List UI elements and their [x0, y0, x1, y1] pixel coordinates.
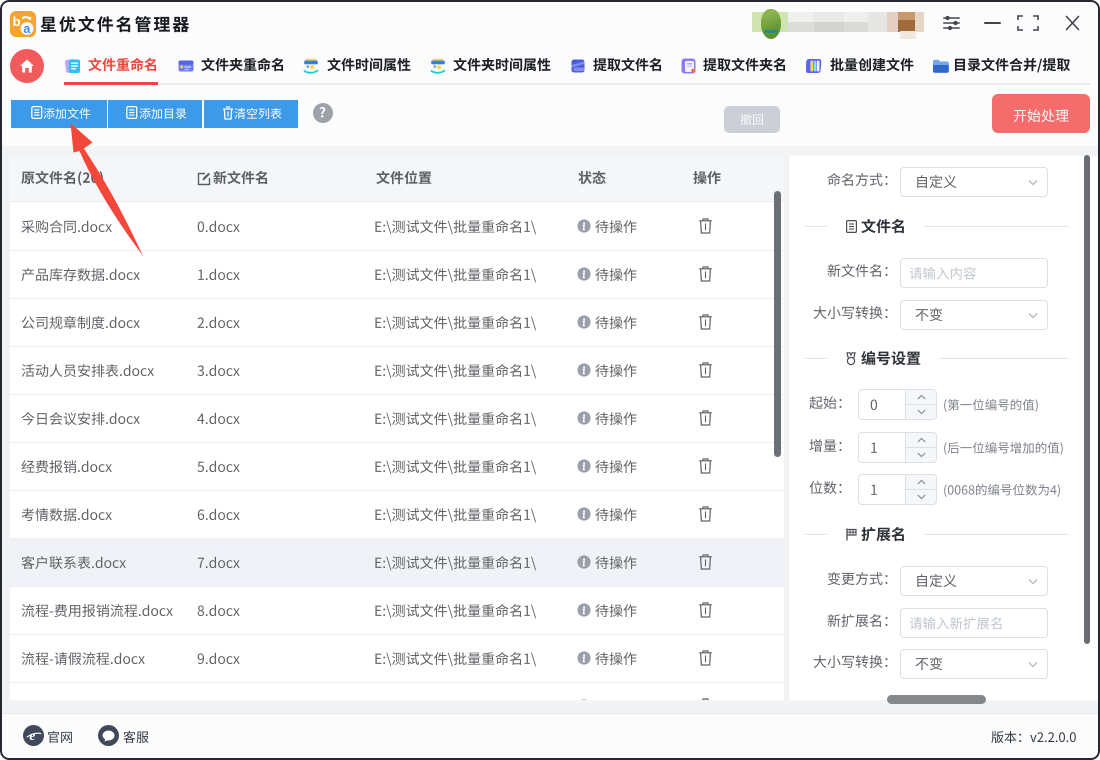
svg-text:a: a	[23, 22, 31, 36]
svg-text:b: b	[13, 14, 21, 29]
